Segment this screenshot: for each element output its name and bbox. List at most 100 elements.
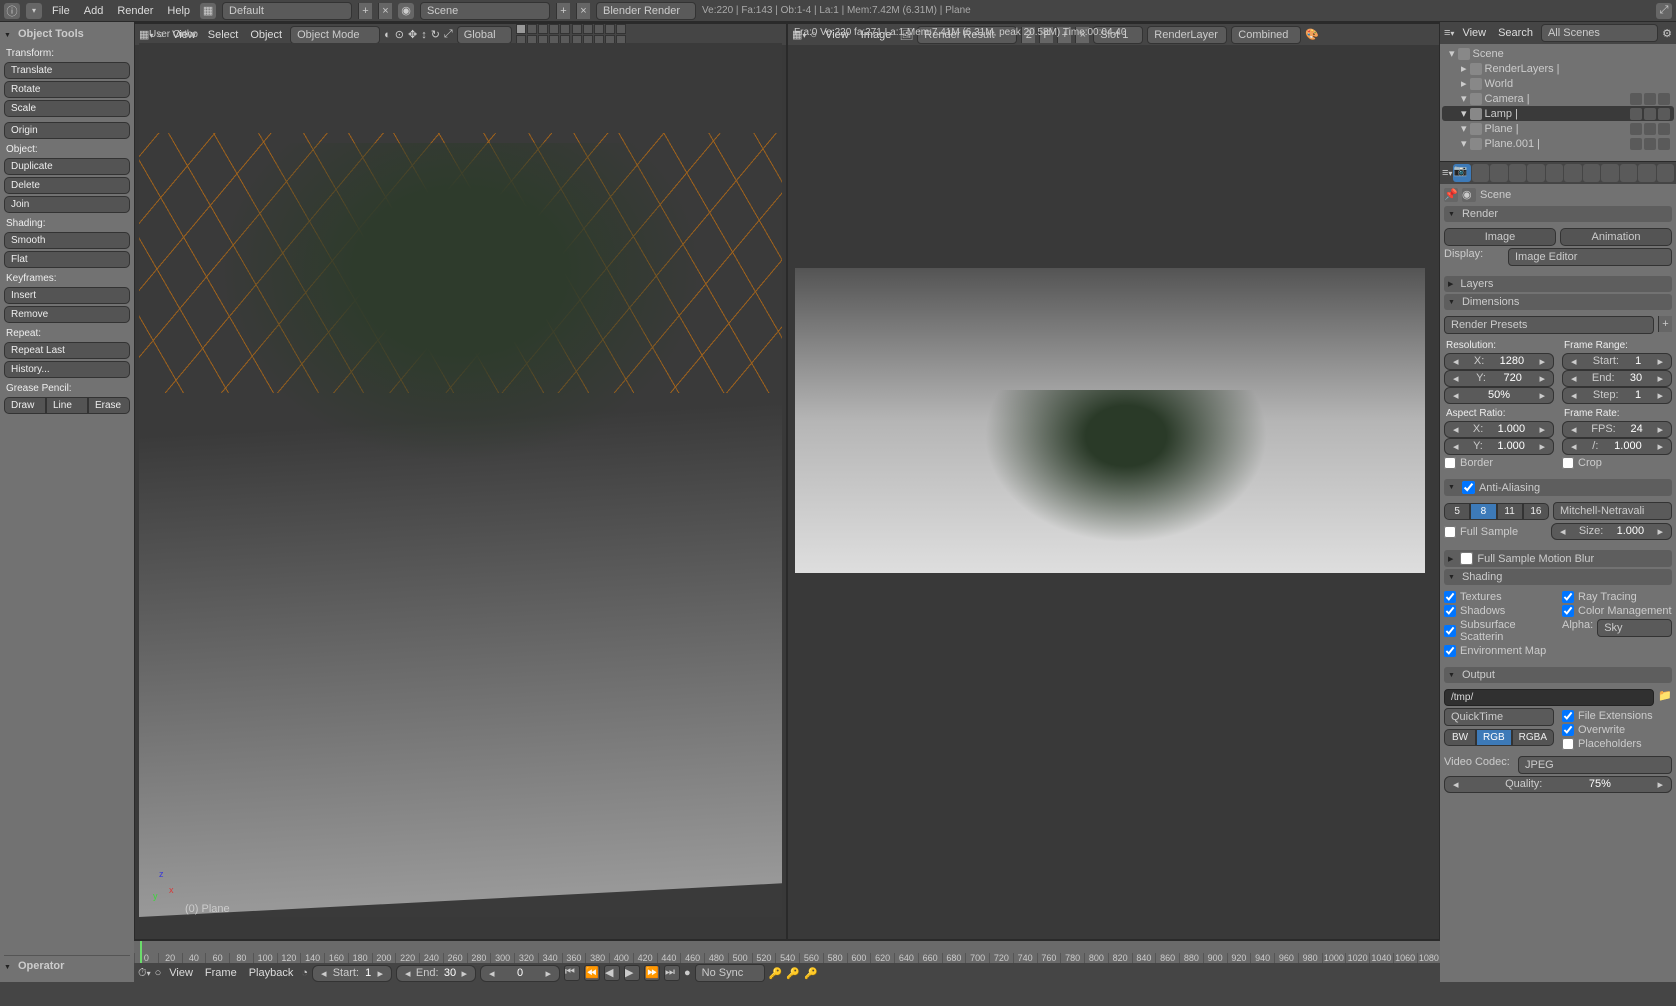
full-sample-checkbox[interactable] xyxy=(1444,526,1456,538)
duplicate-button[interactable]: Duplicate xyxy=(4,158,130,175)
scene-icon[interactable]: ◉ xyxy=(398,3,414,19)
outliner-display-dropdown[interactable]: All Scenes xyxy=(1541,24,1658,42)
outliner-item[interactable]: ▾Plane.001 | xyxy=(1442,136,1674,151)
aa-5-button[interactable]: 5 xyxy=(1444,503,1470,520)
aa-11-button[interactable]: 11 xyxy=(1497,503,1523,520)
object-tools-header[interactable]: Object Tools xyxy=(4,28,130,40)
particles-tab[interactable] xyxy=(1638,164,1655,182)
manipulator-toggle-icon[interactable]: ✥ xyxy=(408,28,417,41)
outliner-filter-icon[interactable]: ⚙ xyxy=(1662,27,1672,40)
select-menu[interactable]: Select xyxy=(204,29,243,41)
timeline-playback-menu[interactable]: Playback xyxy=(245,967,298,979)
output-panel-header[interactable]: Output xyxy=(1444,667,1672,683)
file-ext-checkbox[interactable] xyxy=(1562,710,1574,722)
frame-step-field[interactable]: ◂Step:1▸ xyxy=(1562,387,1672,404)
texture-tab[interactable] xyxy=(1620,164,1637,182)
layout-preset-dropdown[interactable]: Default xyxy=(222,2,352,20)
envmap-checkbox[interactable] xyxy=(1444,645,1456,657)
render-panel-header[interactable]: Render xyxy=(1444,206,1672,222)
rotate-button[interactable]: Rotate xyxy=(4,81,130,98)
renderable-toggle[interactable] xyxy=(1658,93,1670,105)
pin-icon[interactable]: 📌 xyxy=(1444,188,1458,202)
frame-end-field[interactable]: ◂End:30▸ xyxy=(1562,370,1672,387)
asp-x-field[interactable]: ◂X:1.000▸ xyxy=(1444,421,1554,438)
outliner-item[interactable]: ▾Plane | xyxy=(1442,121,1674,136)
smooth-button[interactable]: Smooth xyxy=(4,232,130,249)
visibility-toggle[interactable] xyxy=(1630,138,1642,150)
image-paint-icon[interactable]: 🎨 xyxy=(1305,28,1319,41)
editor-type-dropdown[interactable] xyxy=(26,3,42,19)
file-format-dropdown[interactable]: QuickTime xyxy=(1444,708,1554,726)
placeholders-checkbox[interactable] xyxy=(1562,738,1574,750)
sync-dropdown[interactable]: No Sync xyxy=(695,964,765,982)
res-y-field[interactable]: ◂Y:720▸ xyxy=(1444,370,1554,387)
outliner-item[interactable]: ▾Camera | xyxy=(1442,91,1674,106)
grease-erase-button[interactable]: Erase xyxy=(88,397,130,414)
mblur-enable-checkbox[interactable] xyxy=(1460,552,1473,565)
overwrite-checkbox[interactable] xyxy=(1562,724,1574,736)
aa-16-button[interactable]: 16 xyxy=(1523,503,1549,520)
outliner-item[interactable]: ▸World xyxy=(1442,76,1674,91)
render-engine-dropdown[interactable]: Blender Render xyxy=(596,2,696,20)
modifiers-tab[interactable] xyxy=(1564,164,1581,182)
raytracing-checkbox[interactable] xyxy=(1562,591,1574,603)
remove-keyframe-button[interactable]: Remove xyxy=(4,306,130,323)
screen-layout-icon[interactable]: ▦ xyxy=(200,3,216,19)
scene-add-button[interactable]: + xyxy=(556,3,570,19)
manipulator-rotate-icon[interactable]: ↻ xyxy=(431,28,440,41)
image-editor[interactable]: Fra:0 Ve:220 fa:271 La:1 Mem:7.41M (6.31… xyxy=(787,22,1440,940)
history-button[interactable]: History... xyxy=(4,361,130,378)
menu-help[interactable]: Help xyxy=(163,5,194,17)
renderable-toggle[interactable] xyxy=(1658,108,1670,120)
jump-start-button[interactable]: ⏮ xyxy=(564,965,580,981)
properties-editor-type-dropdown[interactable]: ≡ xyxy=(1442,167,1452,179)
material-tab[interactable] xyxy=(1601,164,1618,182)
render-image-button[interactable]: Image xyxy=(1444,228,1556,246)
layout-add-button[interactable]: + xyxy=(358,3,372,19)
timeline-frame-menu[interactable]: Frame xyxy=(201,967,241,979)
timeline-editor[interactable]: 0204060801001201401601802002202402602803… xyxy=(134,940,1440,982)
timeline-view-menu[interactable]: View xyxy=(165,967,197,979)
frame-start-field[interactable]: ◂Start:1▸ xyxy=(1562,353,1672,370)
res-pct-field[interactable]: ◂50%▸ xyxy=(1444,387,1554,404)
renderable-toggle[interactable] xyxy=(1658,123,1670,135)
outliner-item[interactable]: ▾Scene xyxy=(1442,46,1674,61)
timeline-editor-type-dropdown[interactable]: ⏱ xyxy=(138,967,151,980)
output-path-field[interactable]: /tmp/ xyxy=(1444,689,1654,706)
scene-dropdown[interactable]: Scene xyxy=(420,2,550,20)
current-frame-field[interactable]: ◂0▸ xyxy=(480,965,560,982)
outliner-item[interactable]: ▾Lamp | xyxy=(1442,106,1674,121)
selectable-toggle[interactable] xyxy=(1644,123,1656,135)
menu-render[interactable]: Render xyxy=(113,5,157,17)
flat-button[interactable]: Flat xyxy=(4,251,130,268)
outliner-item[interactable]: ▸RenderLayers | xyxy=(1442,61,1674,76)
repeat-last-button[interactable]: Repeat Last xyxy=(4,342,130,359)
join-button[interactable]: Join xyxy=(4,196,130,213)
object-tab[interactable] xyxy=(1527,164,1544,182)
grease-line-button[interactable]: Line xyxy=(46,397,88,414)
keying-set-icon[interactable]: 🔑 xyxy=(769,967,783,980)
shadows-checkbox[interactable] xyxy=(1444,605,1456,617)
layer-buttons[interactable] xyxy=(516,24,626,45)
use-preview-range-icon[interactable]: ◔ xyxy=(301,967,308,979)
keyframe-delete-icon[interactable]: 🔑 xyxy=(804,967,818,980)
info-editor-icon[interactable]: ⓘ xyxy=(4,3,20,19)
render-layers-tab[interactable] xyxy=(1472,164,1489,182)
scene-tab[interactable] xyxy=(1490,164,1507,182)
render-presets-dropdown[interactable]: Render Presets xyxy=(1444,316,1654,334)
outliner-tree[interactable]: ▾Scene▸RenderLayers |▸World▾Camera |▾Lam… xyxy=(1440,44,1676,153)
textures-checkbox[interactable] xyxy=(1444,591,1456,603)
dimensions-panel-header[interactable]: Dimensions xyxy=(1444,294,1672,310)
play-button[interactable]: ▶ xyxy=(624,965,640,981)
aa-enable-checkbox[interactable] xyxy=(1462,481,1475,494)
render-animation-button[interactable]: Animation xyxy=(1560,228,1672,246)
border-checkbox[interactable] xyxy=(1444,457,1456,469)
physics-tab[interactable] xyxy=(1657,164,1674,182)
manipulator-scale-icon[interactable]: ⤢ xyxy=(444,28,453,41)
insert-keyframe-button[interactable]: Insert xyxy=(4,287,130,304)
scene-remove-button[interactable]: × xyxy=(576,3,590,19)
aa-size-field[interactable]: ◂Size:1.000▸ xyxy=(1551,523,1672,540)
delete-button[interactable]: Delete xyxy=(4,177,130,194)
back-to-previous-icon[interactable]: ⤢ xyxy=(1656,3,1672,19)
menu-add[interactable]: Add xyxy=(80,5,108,17)
